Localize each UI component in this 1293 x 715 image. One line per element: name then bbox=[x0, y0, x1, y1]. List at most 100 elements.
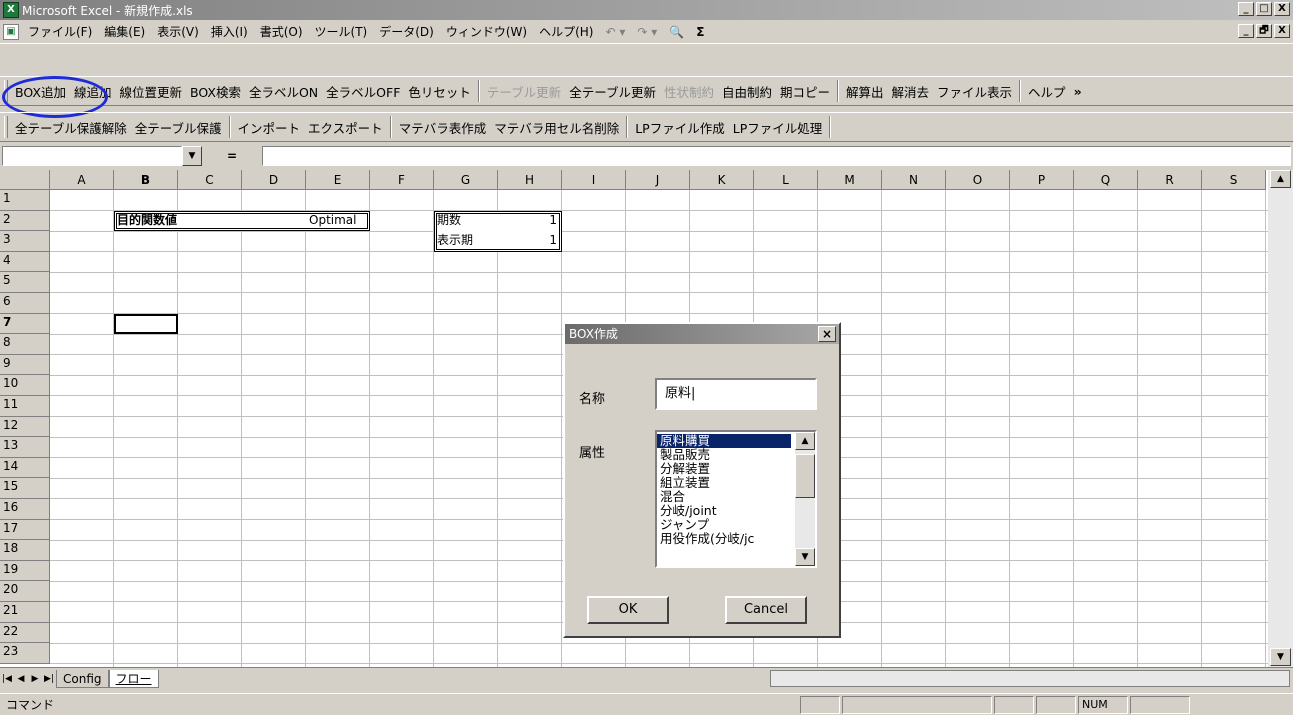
menu-edit[interactable]: 編集(E) bbox=[98, 23, 151, 40]
column-header[interactable]: I bbox=[562, 170, 626, 190]
formula-input[interactable] bbox=[262, 146, 1291, 166]
column-header[interactable]: P bbox=[1010, 170, 1074, 190]
menu-data[interactable]: データ(D) bbox=[373, 23, 440, 40]
row-header[interactable]: 12 bbox=[0, 416, 50, 438]
matbal-delete-button[interactable]: マテバラ用セル名削除 bbox=[490, 118, 623, 137]
list-item[interactable]: 混合 bbox=[657, 490, 791, 504]
box-search-button[interactable]: BOX検索 bbox=[186, 82, 245, 101]
box-add-button[interactable]: BOX追加 bbox=[11, 82, 70, 101]
row-header[interactable]: 22 bbox=[0, 622, 50, 644]
maximize-button[interactable]: □ bbox=[1256, 2, 1272, 16]
cell-E2[interactable]: Optimal bbox=[309, 212, 369, 229]
last-sheet-icon[interactable]: ▶| bbox=[42, 671, 56, 687]
list-item[interactable]: 組立装置 bbox=[657, 476, 791, 490]
line-update-button[interactable]: 線位置更新 bbox=[115, 82, 186, 101]
cell-H3[interactable]: 1 bbox=[501, 232, 557, 249]
ok-button[interactable]: OK bbox=[587, 596, 669, 624]
column-header[interactable]: K bbox=[690, 170, 754, 190]
color-reset-button[interactable]: 色リセット bbox=[404, 82, 475, 101]
cell-H2[interactable]: 1 bbox=[501, 212, 557, 229]
menu-tools[interactable]: ツール(T) bbox=[309, 23, 374, 40]
column-header[interactable]: L bbox=[754, 170, 818, 190]
dialog-close-icon[interactable]: × bbox=[818, 326, 836, 342]
next-sheet-icon[interactable]: ▶ bbox=[28, 671, 42, 687]
list-item[interactable]: 原料購買 bbox=[657, 434, 791, 448]
row-header[interactable]: 17 bbox=[0, 519, 50, 541]
cancel-button[interactable]: Cancel bbox=[725, 596, 807, 624]
list-scrollbar[interactable]: ▲ ▼ bbox=[795, 432, 815, 566]
redo-icon[interactable]: ↷ ▾ bbox=[631, 25, 663, 39]
row-header[interactable]: 5 bbox=[0, 272, 50, 293]
column-header[interactable]: M bbox=[818, 170, 882, 190]
menu-view[interactable]: 表示(V) bbox=[151, 23, 205, 40]
row-header[interactable]: 23 bbox=[0, 643, 50, 664]
vertical-scrollbar[interactable]: ▲ ▼ bbox=[1268, 170, 1293, 667]
help-button[interactable]: ヘルプ bbox=[1024, 82, 1070, 101]
formula-equals[interactable]: = bbox=[202, 146, 262, 166]
sheet-tab-config[interactable]: Config bbox=[56, 669, 109, 688]
list-item[interactable]: 用役作成(分岐/jc bbox=[657, 532, 791, 546]
table-update-button[interactable]: テーブル更新 bbox=[483, 82, 565, 101]
list-item[interactable]: 製品販売 bbox=[657, 448, 791, 462]
row-header[interactable]: 13 bbox=[0, 437, 50, 458]
row-header[interactable]: 18 bbox=[0, 540, 50, 561]
undo-icon[interactable]: ↶ ▾ bbox=[599, 25, 631, 39]
lp-create-button[interactable]: LPファイル作成 bbox=[631, 118, 729, 137]
scroll-down-icon[interactable]: ▼ bbox=[1270, 648, 1291, 666]
label-on-button[interactable]: 全ラベルON bbox=[245, 82, 322, 101]
menu-insert[interactable]: 挿入(I) bbox=[205, 23, 254, 40]
dialog-title-bar[interactable]: BOX作成 × bbox=[565, 324, 839, 344]
row-header[interactable]: 3 bbox=[0, 231, 50, 252]
line-add-button[interactable]: 線追加 bbox=[70, 82, 116, 101]
row-header[interactable]: 1 bbox=[0, 190, 50, 211]
more-icon[interactable]: » bbox=[1070, 84, 1086, 99]
sheet-tab-flow[interactable]: フロー bbox=[108, 669, 159, 688]
matbal-create-button[interactable]: マテバラ表作成 bbox=[395, 118, 491, 137]
row-header[interactable]: 10 bbox=[0, 375, 50, 396]
cell-G2[interactable]: 期数 bbox=[437, 212, 497, 229]
row-header[interactable]: 2 bbox=[0, 210, 50, 232]
attr-listbox[interactable]: 原料購買 製品販売 分解装置 組立装置 混合 分岐/joint ジャンプ 用役作… bbox=[655, 430, 817, 568]
column-header[interactable]: Q bbox=[1074, 170, 1138, 190]
label-off-button[interactable]: 全ラベルOFF bbox=[322, 82, 404, 101]
doc-close-button[interactable]: X bbox=[1274, 24, 1290, 38]
scroll-up-icon[interactable]: ▲ bbox=[1270, 170, 1291, 188]
row-header[interactable]: 11 bbox=[0, 396, 50, 417]
unprotect-all-button[interactable]: 全テーブル保護解除 bbox=[11, 118, 131, 137]
select-all-corner[interactable] bbox=[0, 170, 50, 190]
row-header[interactable]: 4 bbox=[0, 251, 50, 273]
column-header[interactable]: C bbox=[178, 170, 242, 190]
column-header[interactable]: B bbox=[114, 170, 178, 190]
export-button[interactable]: エクスポート bbox=[304, 118, 387, 137]
name-box[interactable] bbox=[2, 146, 182, 166]
menu-window[interactable]: ウィンドウ(W) bbox=[440, 23, 533, 40]
column-header[interactable]: D bbox=[242, 170, 306, 190]
list-scroll-up-icon[interactable]: ▲ bbox=[795, 432, 815, 450]
column-header[interactable]: E bbox=[306, 170, 370, 190]
cell-B2[interactable]: 目的関数値 bbox=[117, 212, 237, 229]
horizontal-scrollbar[interactable] bbox=[770, 670, 1290, 687]
find-icon[interactable]: 🔍 bbox=[663, 25, 690, 39]
lp-process-button[interactable]: LPファイル処理 bbox=[729, 118, 827, 137]
list-item[interactable]: ジャンプ bbox=[657, 518, 791, 532]
row-header[interactable]: 8 bbox=[0, 334, 50, 355]
list-scroll-down-icon[interactable]: ▼ bbox=[795, 548, 815, 566]
row-header[interactable]: 7 bbox=[0, 313, 50, 335]
file-view-button[interactable]: ファイル表示 bbox=[933, 82, 1016, 101]
first-sheet-icon[interactable]: |◀ bbox=[0, 671, 14, 687]
menu-format[interactable]: 書式(O) bbox=[254, 23, 309, 40]
period-copy-button[interactable]: 期コピー bbox=[776, 82, 834, 101]
column-header[interactable]: S bbox=[1202, 170, 1266, 190]
doc-restore-button[interactable]: 🗗 bbox=[1256, 24, 1272, 38]
clear-solution-button[interactable]: 解消去 bbox=[888, 82, 934, 101]
row-header[interactable]: 14 bbox=[0, 457, 50, 479]
solve-button[interactable]: 解算出 bbox=[842, 82, 888, 101]
column-header[interactable]: A bbox=[50, 170, 114, 190]
list-item[interactable]: 分岐/joint bbox=[657, 504, 791, 518]
row-header[interactable]: 6 bbox=[0, 293, 50, 314]
import-button[interactable]: インポート bbox=[234, 118, 305, 137]
menu-file[interactable]: ファイル(F) bbox=[22, 23, 98, 40]
menu-help[interactable]: ヘルプ(H) bbox=[533, 23, 599, 40]
column-header[interactable]: F bbox=[370, 170, 434, 190]
all-table-update-button[interactable]: 全テーブル更新 bbox=[565, 82, 660, 101]
